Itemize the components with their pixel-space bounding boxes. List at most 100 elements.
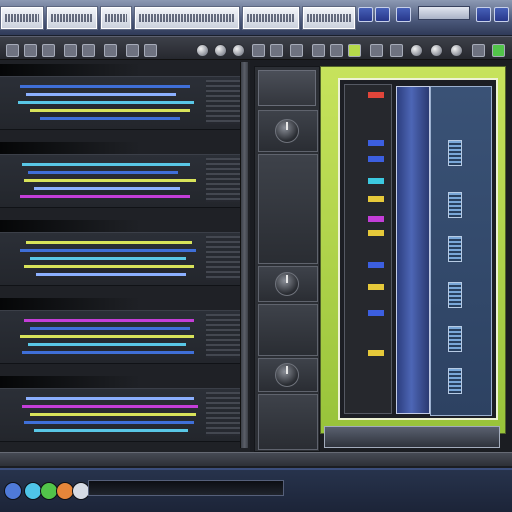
close-icon[interactable] <box>494 7 509 22</box>
tab-1[interactable] <box>0 6 44 30</box>
mixer-footer[interactable] <box>324 426 500 448</box>
clip[interactable] <box>34 187 180 190</box>
insert-led[interactable] <box>368 156 384 162</box>
eq-band[interactable] <box>448 326 462 352</box>
clip[interactable] <box>30 109 190 112</box>
options-icon[interactable] <box>126 44 139 57</box>
track-controls[interactable] <box>206 314 240 358</box>
rack-unit-3[interactable] <box>258 266 318 302</box>
insert-led[interactable] <box>368 262 384 268</box>
clip[interactable] <box>20 195 190 198</box>
file-icon[interactable] <box>24 44 37 57</box>
clip[interactable] <box>40 117 180 120</box>
eq-band[interactable] <box>448 140 462 166</box>
insert-led[interactable] <box>368 284 384 290</box>
play-icon[interactable] <box>214 44 227 57</box>
rack-unit-4[interactable] <box>258 304 318 356</box>
add-icon[interactable] <box>64 44 77 57</box>
clip[interactable] <box>18 101 194 104</box>
track-controls[interactable] <box>206 392 240 436</box>
insert-led[interactable] <box>368 216 384 222</box>
patterns-icon[interactable] <box>82 44 95 57</box>
clip[interactable] <box>24 179 196 182</box>
rack-unit-6[interactable] <box>258 394 318 450</box>
view-icon[interactable] <box>104 44 117 57</box>
options-icon[interactable] <box>396 7 411 22</box>
pattern-icon[interactable] <box>252 44 265 57</box>
mute-led[interactable] <box>368 92 384 98</box>
tab-5[interactable] <box>242 6 300 30</box>
rack-header[interactable] <box>258 70 316 106</box>
minimize-icon[interactable] <box>476 7 491 22</box>
settings-icon[interactable] <box>472 44 485 57</box>
clip[interactable] <box>20 335 194 338</box>
volume-knob[interactable] <box>275 119 299 143</box>
clip[interactable] <box>22 405 198 408</box>
clip[interactable] <box>34 429 188 432</box>
snap-icon[interactable] <box>312 44 325 57</box>
insert-led[interactable] <box>368 230 384 236</box>
clip[interactable] <box>28 343 186 346</box>
track-1[interactable] <box>0 64 250 140</box>
metronome-icon[interactable] <box>290 44 303 57</box>
tab-3[interactable] <box>100 6 132 30</box>
rack-unit-1[interactable] <box>258 110 318 152</box>
rack-unit-2[interactable] <box>258 154 318 264</box>
clip[interactable] <box>22 351 194 354</box>
clip[interactable] <box>30 413 196 416</box>
track-5[interactable] <box>0 376 250 452</box>
filter-knob[interactable] <box>275 363 299 387</box>
clip[interactable] <box>36 273 186 276</box>
piano-roll-icon[interactable] <box>330 44 343 57</box>
clip[interactable] <box>30 257 186 260</box>
clip[interactable] <box>26 93 176 96</box>
clip[interactable] <box>24 265 194 268</box>
playlist[interactable] <box>0 60 250 452</box>
pan-knob[interactable] <box>275 272 299 296</box>
insert-led[interactable] <box>368 310 384 316</box>
insert-led[interactable] <box>368 178 384 184</box>
track-controls[interactable] <box>206 80 240 124</box>
channel-rack-icon[interactable] <box>370 44 383 57</box>
eq-band[interactable] <box>448 192 462 218</box>
mixer-icon[interactable] <box>348 44 361 57</box>
help-icon[interactable] <box>450 44 463 57</box>
master-fader[interactable] <box>396 86 430 414</box>
playlist-scrollbar[interactable] <box>240 62 248 448</box>
track-3[interactable] <box>0 220 250 296</box>
online-icon[interactable] <box>492 44 505 57</box>
edit-icon[interactable] <box>42 44 55 57</box>
master-slider[interactable] <box>418 6 470 20</box>
clip[interactable] <box>24 421 194 424</box>
eq-band[interactable] <box>448 236 462 262</box>
clip[interactable] <box>30 327 190 330</box>
record-icon[interactable] <box>196 44 209 57</box>
track-controls[interactable] <box>206 158 240 202</box>
track-controls[interactable] <box>206 236 240 280</box>
tab-2[interactable] <box>46 6 98 30</box>
track-4[interactable] <box>0 298 250 374</box>
clip[interactable] <box>26 397 194 400</box>
rack-unit-5[interactable] <box>258 358 318 392</box>
tab-4[interactable] <box>134 6 240 30</box>
clip[interactable] <box>20 249 196 252</box>
app-icon[interactable] <box>4 482 22 500</box>
clip[interactable] <box>28 171 178 174</box>
tab-6[interactable] <box>302 6 356 30</box>
clip[interactable] <box>20 85 190 88</box>
insert-led[interactable] <box>368 196 384 202</box>
insert-led[interactable] <box>368 350 384 356</box>
clip[interactable] <box>26 241 192 244</box>
tools-icon[interactable] <box>144 44 157 57</box>
eq-band[interactable] <box>448 282 462 308</box>
clip[interactable] <box>24 319 194 322</box>
clip[interactable] <box>22 163 190 166</box>
layout-icon[interactable] <box>375 7 390 22</box>
mixer-strip[interactable] <box>344 84 392 414</box>
insert-led[interactable] <box>368 140 384 146</box>
menu-icon[interactable] <box>6 44 19 57</box>
eq-band[interactable] <box>448 368 462 394</box>
song-icon[interactable] <box>270 44 283 57</box>
browser-icon[interactable] <box>390 44 403 57</box>
stop-icon[interactable] <box>232 44 245 57</box>
